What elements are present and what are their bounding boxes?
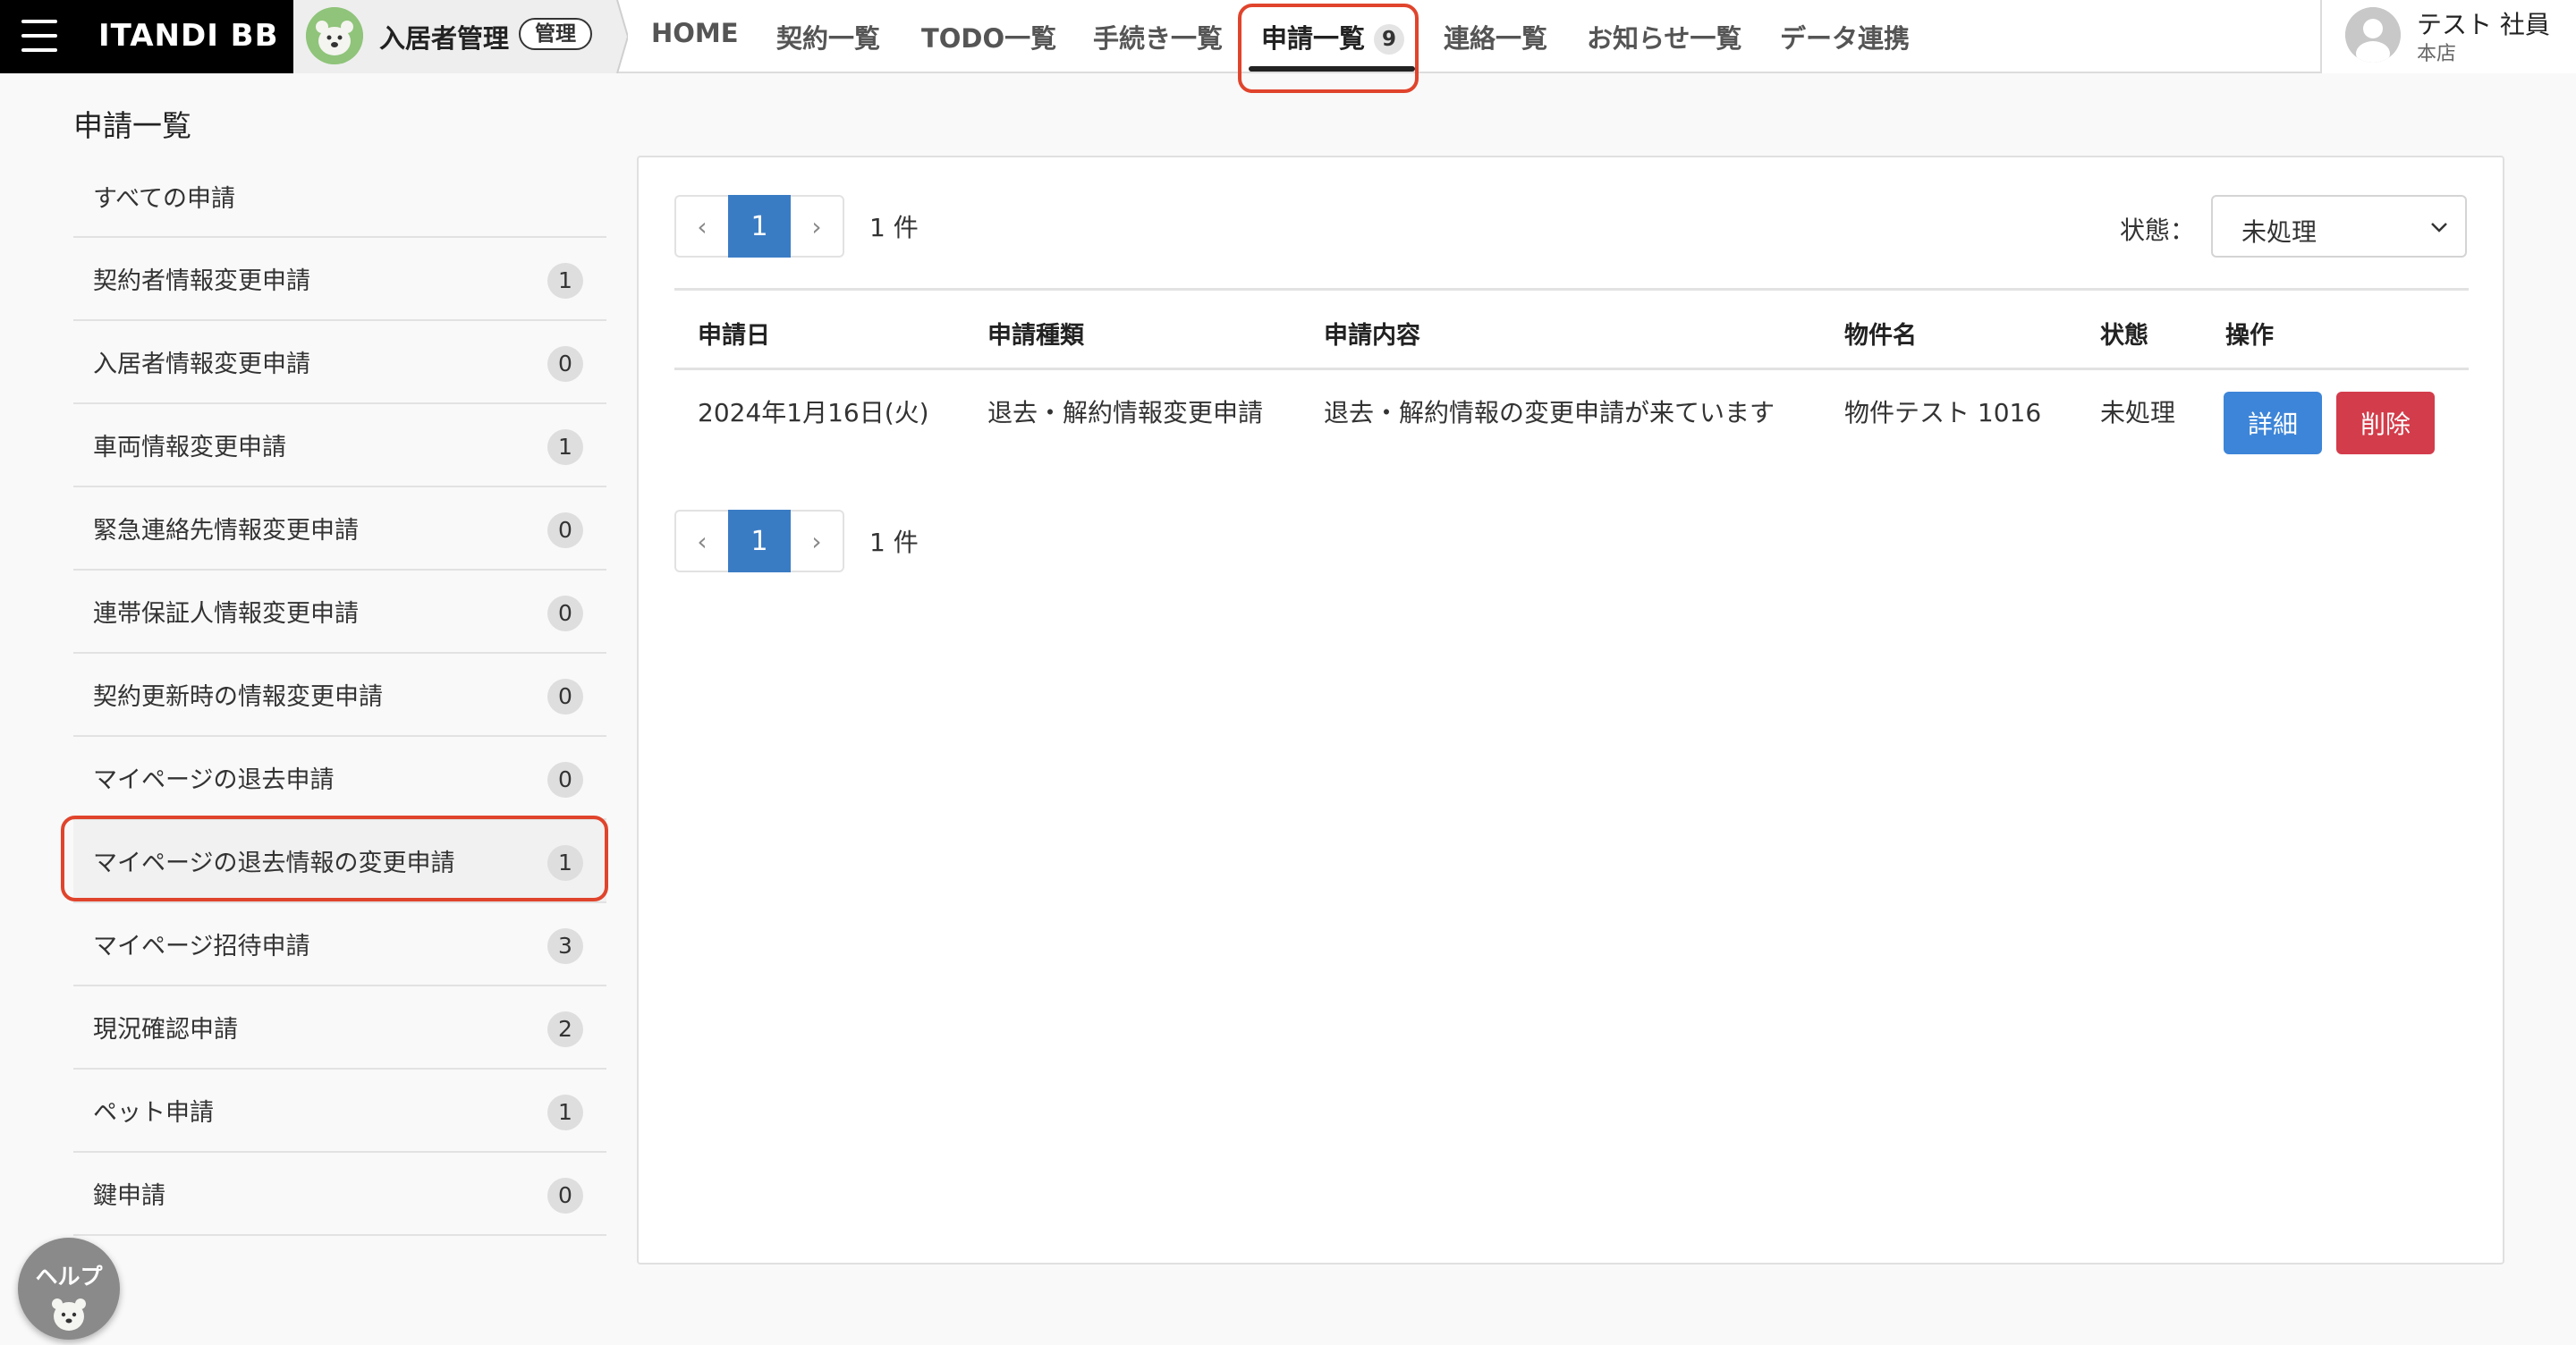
product-name: 入居者管理 [379,23,510,54]
applications-panel: ‹ 1 › 1 件 状態： 未処理 申請日 申請種類 申請内容 物件名 状態 操… [637,156,2504,1265]
sidebar-item-label: 車両情報変更申請 [93,434,286,461]
nav-contracts[interactable]: 契約一覧 [776,18,880,55]
brand-logo[interactable]: ITANDI BB [98,18,279,54]
help-button[interactable]: ヘルプ [18,1238,120,1340]
brand-area: ITANDI BB [0,0,293,73]
nav-procedures[interactable]: 手続き一覧 [1093,18,1223,55]
sidebar-item-count: 0 [547,1178,583,1214]
column-header-status[interactable]: 状態 [2100,316,2148,351]
mascot-icon [306,7,363,64]
chevron-down-icon [2429,211,2449,249]
sidebar-item-emergency-contact-change[interactable]: 緊急連絡先情報変更申請 0 [73,487,606,571]
help-label: ヘルプ [35,1264,103,1290]
sidebar-item-count: 3 [547,928,583,964]
sidebar-item-count: 1 [547,1095,583,1130]
sidebar-item-label: 契約更新時の情報変更申請 [93,683,383,711]
column-header-type[interactable]: 申請種類 [987,316,1084,351]
cell-content: 退去・解約情報の変更申請が来ています [1324,398,1775,427]
sidebar-item-contractor-change[interactable]: 契約者情報変更申請 1 [73,238,606,321]
user-menu[interactable]: テスト 社員 本店 [2320,0,2576,73]
page-title: 申請一覧 [73,108,191,143]
pagination-page-1[interactable]: 1 [728,510,791,572]
sidebar-item-count: 0 [547,679,583,715]
sidebar-item-count: 1 [547,263,583,299]
nav-home[interactable]: HOME [651,18,739,48]
sidebar-item-label: 契約者情報変更申請 [93,267,310,295]
status-filter-value: 未処理 [2241,217,2318,247]
sidebar-item-status-check[interactable]: 現況確認申請 2 [73,986,606,1070]
applications-table: 申請日 申請種類 申請内容 物件名 状態 操作 2024年1月16日(火) 退去… [674,288,2469,481]
nav-highlight-frame [1238,4,1419,93]
sidebar-item-label: 連帯保証人情報変更申請 [93,600,359,628]
pagination-next-button[interactable]: › [791,510,844,572]
nav-messages[interactable]: 連絡一覧 [1444,18,1547,55]
sidebar-item-label: マイページの退去申請 [93,766,335,794]
nav-todo[interactable]: TODO一覧 [921,18,1056,55]
sidebar-highlight-frame [61,816,608,901]
sidebar-item-count: 0 [547,762,583,798]
cell-property: 物件テスト 1016 [1844,398,2042,427]
delete-button[interactable]: 削除 [2336,392,2435,454]
hamburger-menu-icon[interactable] [21,20,57,52]
application-category-list: すべての申請 契約者情報変更申請 1 入居者情報変更申請 0 車両情報変更申請 … [73,156,606,1236]
status-filter-select[interactable]: 未処理 [2211,195,2467,258]
nav-notices[interactable]: お知らせ一覧 [1587,18,1741,55]
sidebar-item-label: すべての申請 [93,185,236,213]
table-row: 2024年1月16日(火) 退去・解約情報変更申請 退去・解約情報の変更申請が来… [674,370,2469,481]
sidebar-item-count: 0 [547,512,583,548]
result-count: 1 件 [869,528,919,557]
pagination-bottom: ‹ 1 › 1 件 [674,510,919,572]
detail-button[interactable]: 詳細 [2224,392,2322,454]
mascot-icon [52,1298,86,1331]
sidebar-item-guarantor-change[interactable]: 連帯保証人情報変更申請 0 [73,571,606,654]
cell-type: 退去・解約情報変更申請 [987,398,1264,427]
admin-badge: 管理 [519,18,592,50]
sidebar-item-resident-change[interactable]: 入居者情報変更申請 0 [73,321,606,404]
cell-date: 2024年1月16日(火) [698,398,929,427]
breadcrumb-chevron-icon [608,0,628,73]
result-count: 1 件 [869,213,919,242]
cell-status: 未処理 [2100,398,2176,427]
sidebar-item-count: 0 [547,596,583,631]
product-switcher[interactable]: 入居者管理 管理 [293,0,617,73]
sidebar-item-all[interactable]: すべての申請 [73,156,606,238]
pagination-prev-button[interactable]: ‹ [674,510,728,572]
sidebar-item-vehicle-change[interactable]: 車両情報変更申請 1 [73,404,606,487]
sidebar-item-count: 0 [547,346,583,382]
sidebar-item-count: 2 [547,1011,583,1047]
user-name: テスト 社員 [2417,10,2550,39]
nav-data-integration[interactable]: データ連携 [1780,18,1910,55]
user-avatar-icon [2345,7,2401,63]
status-filter-label: 状態： [2120,216,2196,245]
pagination-prev-button[interactable]: ‹ [674,195,728,258]
column-header-content[interactable]: 申請内容 [1324,316,1420,351]
user-branch: 本店 [2417,43,2457,65]
pagination-page-1[interactable]: 1 [728,195,791,258]
sidebar-item-mypage-invite[interactable]: マイページ招待申請 3 [73,903,606,986]
sidebar-item-mypage-moveout[interactable]: マイページの退去申請 0 [73,737,606,820]
sidebar-item-pet[interactable]: ペット申請 1 [73,1070,606,1153]
pagination-next-button[interactable]: › [791,195,844,258]
sidebar-item-count: 1 [547,429,583,465]
sidebar-item-renewal-change[interactable]: 契約更新時の情報変更申請 0 [73,654,606,737]
pagination-top: ‹ 1 › 1 件 [674,195,919,258]
sidebar-item-key[interactable]: 鍵申請 0 [73,1153,606,1236]
column-header-actions: 操作 [2225,322,2274,350]
column-header-property[interactable]: 物件名 [1844,316,1917,351]
sidebar-item-label: 緊急連絡先情報変更申請 [93,517,359,545]
column-header-date[interactable]: 申請日 [698,316,770,351]
sidebar-item-label: ペット申請 [93,1099,214,1127]
sidebar-item-label: 鍵申請 [93,1182,165,1210]
sidebar-item-label: マイページ招待申請 [93,933,310,960]
sidebar-item-label: 現況確認申請 [93,1016,238,1044]
sidebar-item-label: 入居者情報変更申請 [93,351,310,378]
table-header: 申請日 申請種類 申請内容 物件名 状態 操作 [674,288,2469,370]
